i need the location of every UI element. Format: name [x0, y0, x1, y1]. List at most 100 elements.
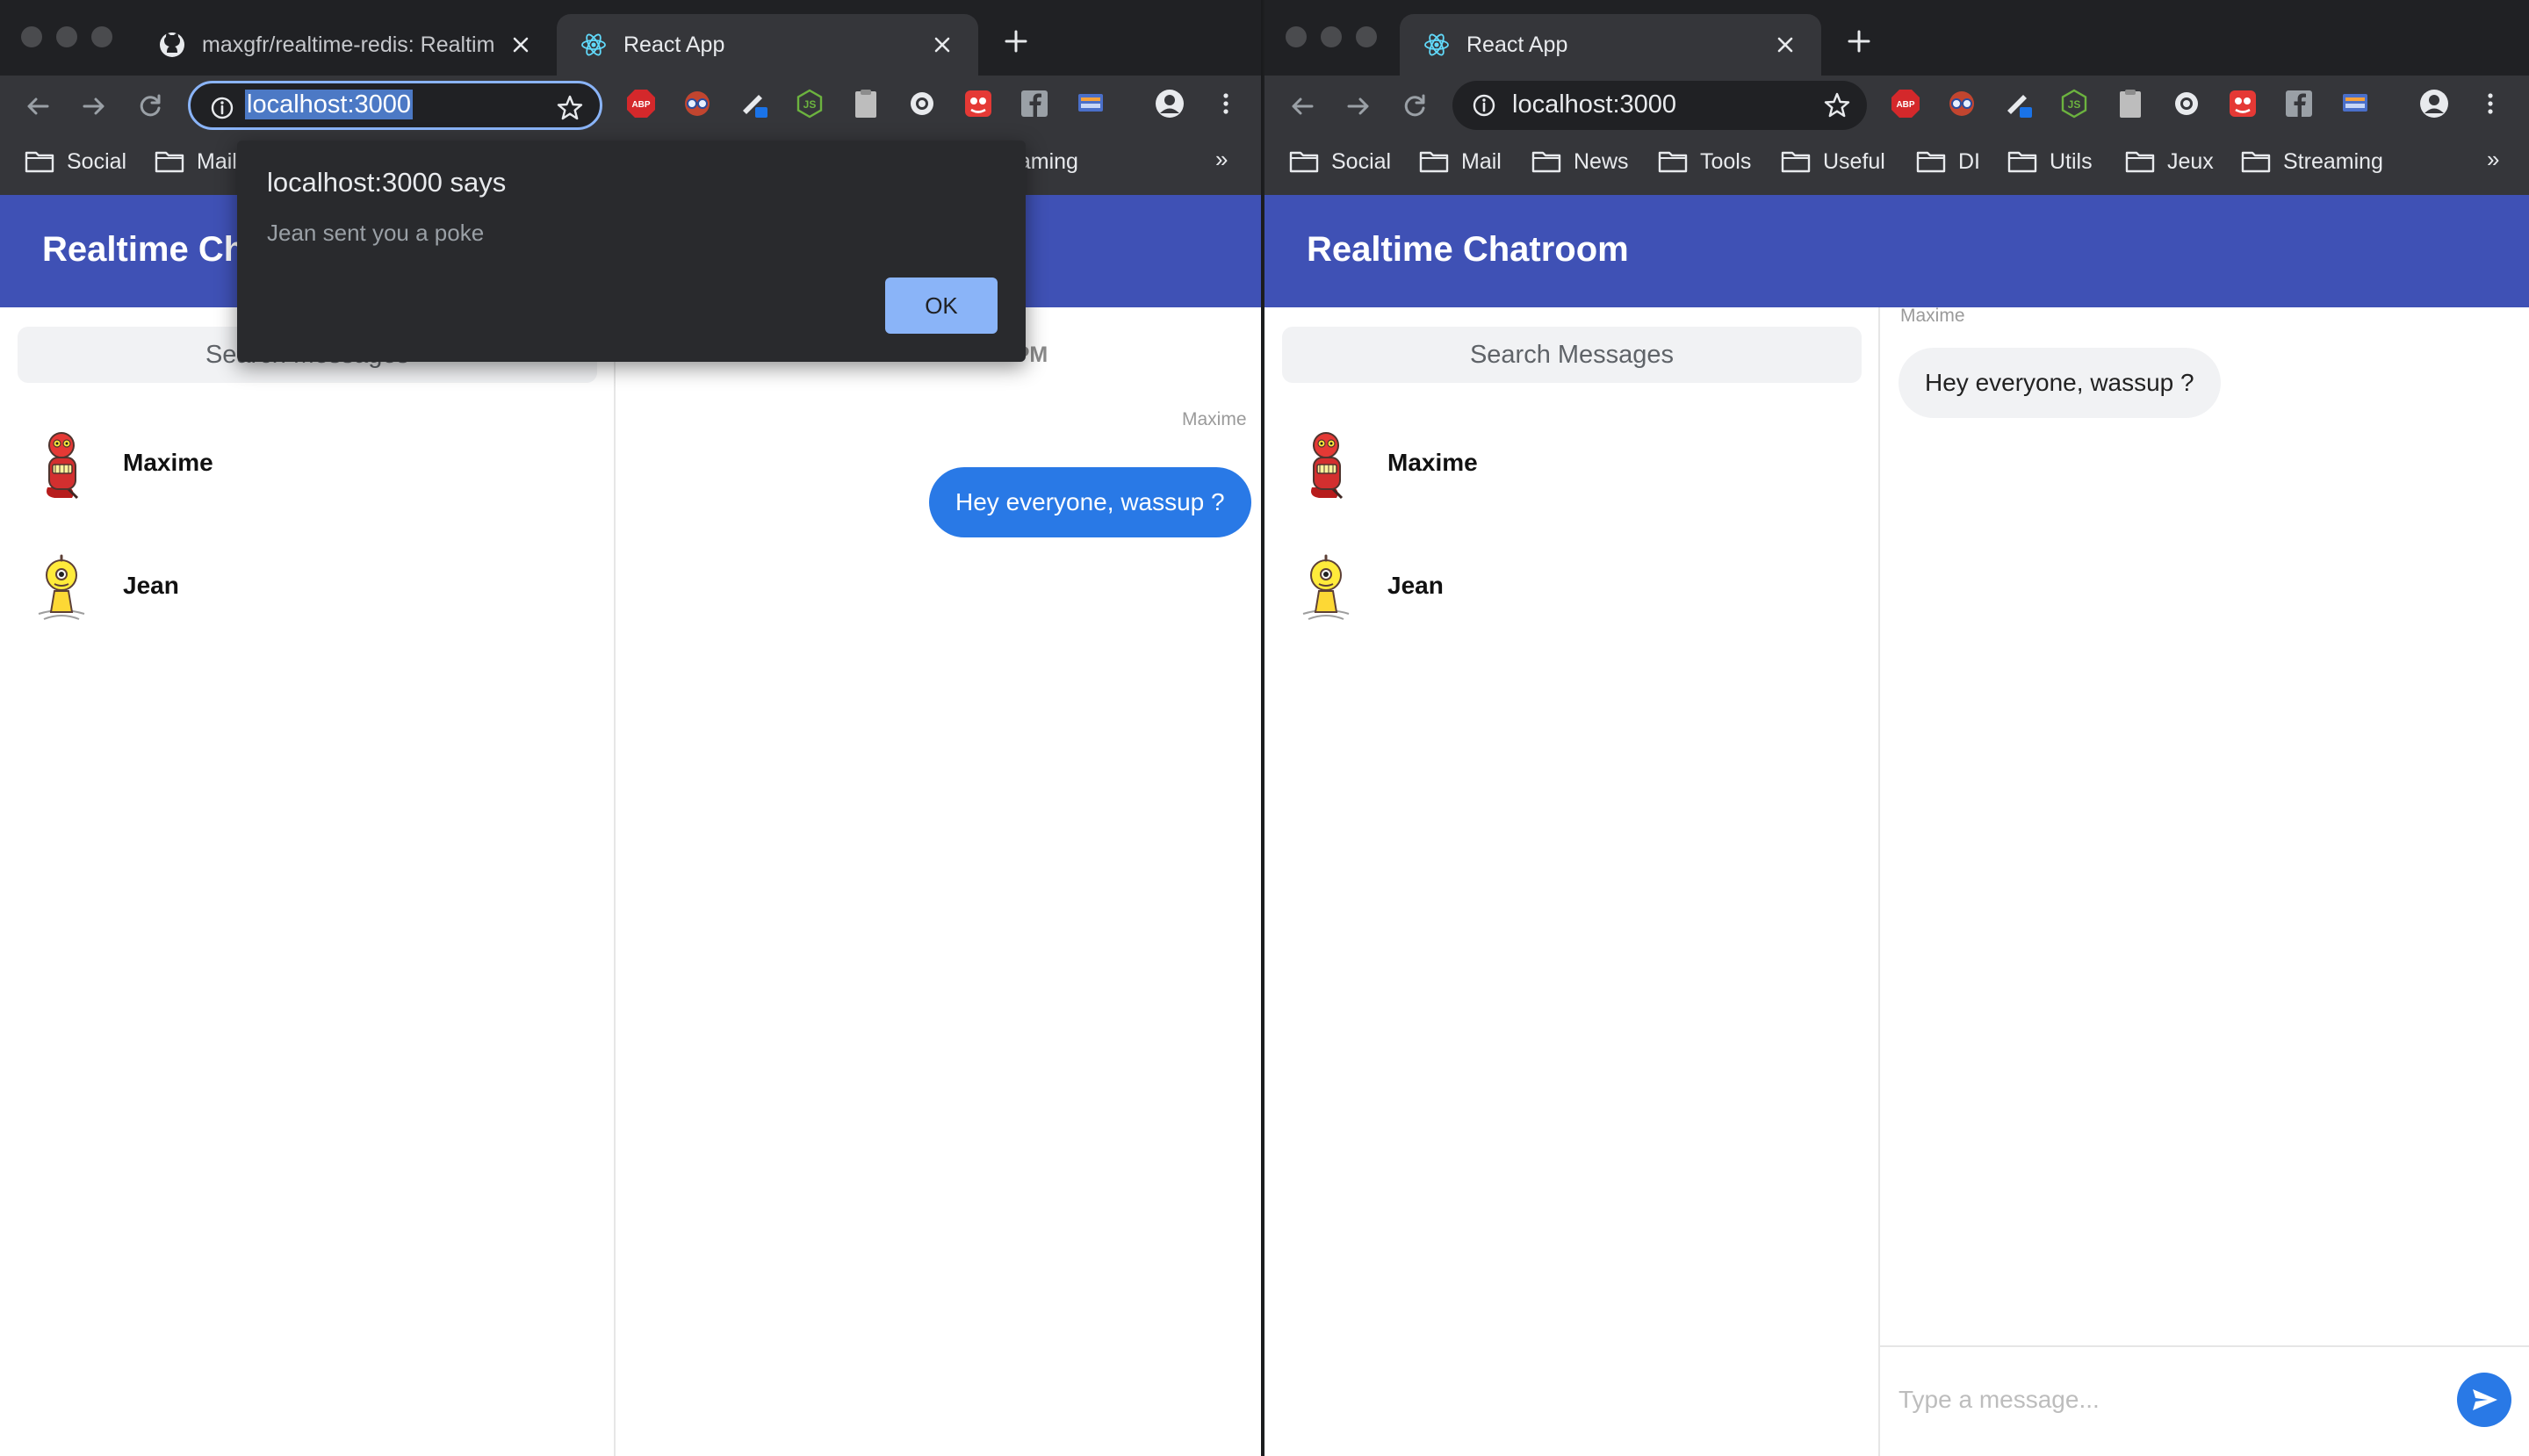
bookmark-news[interactable]: News: [1531, 146, 1629, 177]
site-info-icon[interactable]: [1472, 93, 1496, 118]
address-bar[interactable]: localhost:3000: [1452, 81, 1867, 130]
bookmark-jeux[interactable]: Jeux: [2125, 146, 2214, 177]
dialog-title: localhost:3000 says: [267, 167, 507, 198]
folder-icon: [1658, 150, 1688, 173]
new-tab-plus-icon[interactable]: [1001, 26, 1031, 56]
screen-extension-icon[interactable]: [2339, 88, 2371, 119]
close-window-button[interactable]: [1286, 26, 1307, 47]
reload-icon[interactable]: [135, 91, 165, 121]
bookmark-label: Jeux: [2167, 148, 2214, 174]
profile-icon[interactable]: [1154, 88, 1185, 119]
menu-icon[interactable]: [1210, 88, 1242, 119]
bookmarks-overflow-chevron[interactable]: »: [1215, 146, 1228, 173]
bookmark-social[interactable]: Social: [25, 146, 126, 177]
tab-react-app[interactable]: React App: [557, 14, 978, 76]
forward-icon[interactable]: [1344, 91, 1373, 121]
close-icon[interactable]: [929, 32, 955, 58]
bookmark-useful[interactable]: Useful: [1781, 146, 1885, 177]
bookmark-label: Social: [67, 148, 127, 174]
profile-icon[interactable]: [2418, 88, 2450, 119]
user-name: Jean: [1387, 572, 1444, 599]
glasses-extension-icon[interactable]: [1946, 88, 1978, 119]
screen-extension-icon[interactable]: [1075, 88, 1106, 119]
facebook-icon[interactable]: [2283, 88, 2315, 119]
send-button[interactable]: [2457, 1373, 2511, 1427]
tab-title: React App: [623, 32, 725, 57]
folder-icon: [1531, 150, 1561, 173]
forward-icon[interactable]: [79, 91, 109, 121]
yellow-robot-avatar: [32, 549, 91, 623]
user-item-maxime[interactable]: Maxime: [1296, 423, 1478, 502]
minimize-window-button[interactable]: [1321, 26, 1342, 47]
right-browser-window: React App localhost:3000 Social Mail New…: [1264, 0, 2529, 1456]
left-browser-window: maxgfr/realtime-redis: Realtime React Ap…: [0, 0, 1263, 1456]
chat-pane: [1882, 307, 2529, 1456]
bookmark-label: DI: [1958, 148, 1980, 174]
nodejs-icon[interactable]: [2058, 88, 2090, 119]
bookmark-label: Social: [1331, 148, 1392, 174]
menu-icon[interactable]: [2475, 88, 2506, 119]
bookmark-star-icon[interactable]: [1823, 91, 1851, 119]
tab-react-app[interactable]: React App: [1400, 14, 1821, 76]
new-tab-plus-icon[interactable]: [1844, 26, 1874, 56]
circle-extension-icon[interactable]: [2171, 88, 2202, 119]
reload-icon[interactable]: [1400, 91, 1430, 121]
site-info-icon[interactable]: [210, 96, 234, 120]
dialog-ok-button[interactable]: OK: [885, 278, 998, 334]
minimize-window-button[interactable]: [56, 26, 77, 47]
window-controls: [1286, 26, 1377, 47]
search-messages-input[interactable]: Search Messages: [1282, 327, 1862, 383]
back-icon[interactable]: [23, 91, 53, 121]
address-bar[interactable]: localhost:3000: [188, 81, 602, 130]
bookmark-label: Mail: [1461, 148, 1502, 174]
close-window-button[interactable]: [21, 26, 42, 47]
tab-github[interactable]: maxgfr/realtime-redis: Realtime: [135, 14, 557, 76]
bookmark-mail[interactable]: Mail: [1419, 146, 1502, 177]
dialog-message: Jean sent you a poke: [267, 220, 485, 246]
folder-icon: [1289, 150, 1319, 173]
red-robot-avatar: [32, 426, 91, 500]
message-input[interactable]: Type a message...: [1899, 1386, 2100, 1414]
back-icon[interactable]: [1287, 91, 1317, 121]
adblock-icon[interactable]: [625, 88, 657, 119]
close-icon[interactable]: [508, 32, 534, 58]
circle-extension-icon[interactable]: [906, 88, 938, 119]
window-controls: [21, 26, 112, 47]
zoom-window-button[interactable]: [91, 26, 112, 47]
bookmark-social[interactable]: Social: [1289, 146, 1391, 177]
tab-title: React App: [1466, 32, 1568, 57]
adblock-icon[interactable]: [1890, 88, 1921, 119]
user-name: Jean: [123, 572, 179, 599]
user-item-maxime[interactable]: Maxime: [32, 423, 213, 502]
red-extension-icon[interactable]: [962, 88, 994, 119]
pen-extension-icon[interactable]: [2002, 88, 2034, 119]
yellow-robot-avatar: [1296, 549, 1356, 623]
glasses-extension-icon[interactable]: [681, 88, 713, 119]
folder-icon: [25, 150, 54, 173]
bookmark-tools[interactable]: Tools: [1658, 146, 1751, 177]
bookmark-utils[interactable]: Utils: [2007, 146, 2093, 177]
user-item-jean[interactable]: Jean: [1296, 546, 1444, 625]
bookmark-label: Tools: [1700, 148, 1752, 174]
user-item-jean[interactable]: Jean: [32, 546, 179, 625]
address-url[interactable]: localhost:3000: [1510, 90, 1678, 119]
bookmark-streaming[interactable]: Streaming: [2241, 146, 2383, 177]
red-robot-avatar: [1296, 426, 1356, 500]
address-url[interactable]: localhost:3000: [245, 90, 414, 119]
pen-extension-icon[interactable]: [738, 88, 769, 119]
message-bubble: Hey everyone, wassup ?: [1899, 348, 2221, 418]
clipboard-icon[interactable]: [2115, 88, 2146, 119]
bookmark-di[interactable]: DI: [1916, 146, 1980, 177]
red-extension-icon[interactable]: [2227, 88, 2259, 119]
close-icon[interactable]: [1772, 32, 1798, 58]
bookmark-mail[interactable]: Mail: [155, 146, 237, 177]
clipboard-icon[interactable]: [850, 88, 882, 119]
bookmark-label: News: [1574, 148, 1629, 174]
nodejs-icon[interactable]: [794, 88, 825, 119]
message-bubble: Hey everyone, wassup ?: [929, 467, 1251, 537]
bookmarks-overflow-chevron[interactable]: »: [2487, 146, 2499, 173]
bookmark-star-icon[interactable]: [556, 94, 584, 122]
message-sender: Maxime: [1900, 306, 1965, 326]
zoom-window-button[interactable]: [1356, 26, 1377, 47]
facebook-icon[interactable]: [1019, 88, 1050, 119]
